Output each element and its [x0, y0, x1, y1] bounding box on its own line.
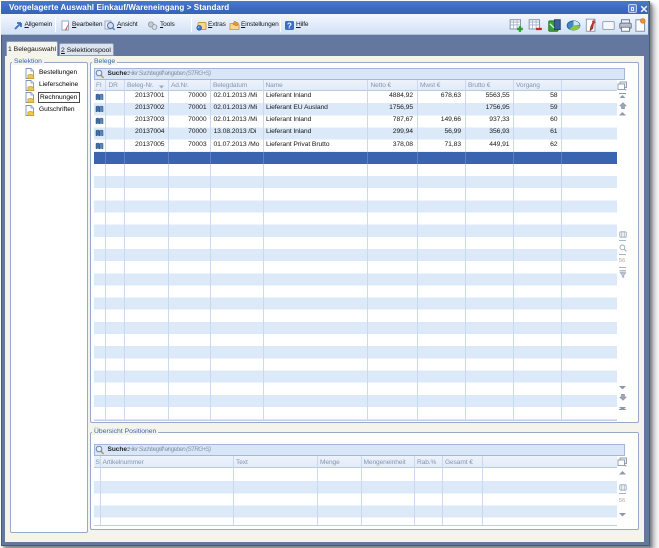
svg-text:?: ? [287, 21, 292, 30]
